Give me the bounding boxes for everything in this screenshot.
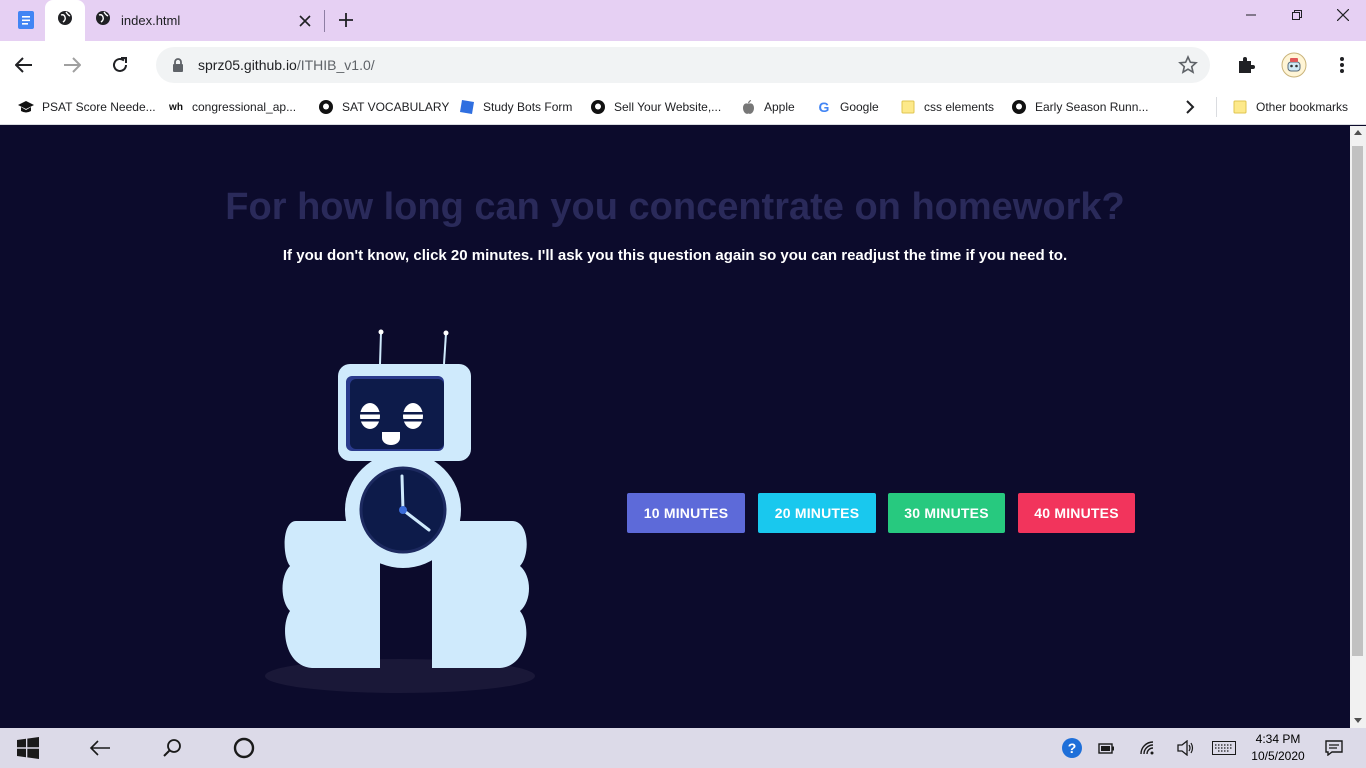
back-arrow-icon[interactable] xyxy=(88,736,112,760)
wh-icon: wh xyxy=(169,101,183,113)
bookmarks-divider xyxy=(1216,97,1217,117)
extensions-puzzle-icon[interactable] xyxy=(1232,51,1260,79)
lock-icon[interactable] xyxy=(170,57,186,73)
tab-title: index.html xyxy=(121,13,181,28)
keyboard-icon[interactable] xyxy=(1212,736,1236,760)
page-content: For how long can you concentrate on home… xyxy=(0,126,1350,728)
wifi-icon[interactable] xyxy=(1136,736,1160,760)
bookmark-study-bots-form[interactable]: Study Bots Form xyxy=(459,97,572,117)
notifications-icon[interactable] xyxy=(1322,736,1346,760)
windows-taskbar: ? 4:34 PM 10/5/2020 xyxy=(0,728,1366,768)
page-scrollbar[interactable] xyxy=(1350,126,1366,728)
tab-active[interactable] xyxy=(45,0,85,41)
page-subtitle: If you don't know, click 20 minutes. I'l… xyxy=(282,247,1068,264)
search-icon[interactable] xyxy=(160,736,184,760)
bookmark-psat[interactable]: PSAT Score Neede... xyxy=(18,97,156,117)
clock-time: 4:34 PM xyxy=(1255,732,1301,746)
bookmark-label: css elements xyxy=(924,100,995,114)
back-button[interactable] xyxy=(10,51,38,79)
google-icon: G xyxy=(818,99,830,115)
system-clock[interactable]: 4:34 PM 10/5/2020 xyxy=(1244,731,1312,765)
form-icon xyxy=(459,99,475,115)
bookmark-label: Early Season Runn... xyxy=(1035,100,1149,114)
url-text: sprz05.github.io/ITHIB_v1.0/ xyxy=(198,57,375,73)
profile-avatar[interactable] xyxy=(1280,51,1308,79)
bookmark-css-elements[interactable]: css elements xyxy=(900,97,994,117)
close-tab-icon[interactable] xyxy=(295,11,315,31)
tab-strip: index.html xyxy=(0,0,1366,41)
github-icon xyxy=(590,99,606,115)
help-icon[interactable]: ? xyxy=(1060,736,1084,760)
scroll-up-arrow-icon[interactable] xyxy=(1354,130,1362,135)
bookmark-label: Google xyxy=(840,100,879,114)
tab-separator xyxy=(324,10,325,32)
bookmark-label: PSAT Score Neede... xyxy=(42,100,156,114)
scroll-down-arrow-icon[interactable] xyxy=(1354,718,1362,723)
40-minutes-button[interactable]: 40 MINUTES xyxy=(1018,493,1135,533)
reload-button[interactable] xyxy=(106,51,134,79)
bookmark-google[interactable]: G Google xyxy=(816,97,879,117)
bookmark-congressional[interactable]: wh congressional_ap... xyxy=(168,97,296,117)
cap-icon xyxy=(18,99,34,115)
bookmark-label: Sell Your Website,... xyxy=(614,100,722,114)
close-window-button[interactable] xyxy=(1320,0,1366,30)
bookmark-sell-website[interactable]: Sell Your Website,... xyxy=(590,97,721,117)
cortana-circle-icon[interactable] xyxy=(232,736,256,760)
page-title: For how long can you concentrate on home… xyxy=(225,186,1125,228)
folder-icon xyxy=(1232,99,1248,115)
bookmark-label: congressional_ap... xyxy=(192,100,297,114)
bookmark-apple[interactable]: Apple xyxy=(740,97,795,117)
30-minutes-button[interactable]: 30 MINUTES xyxy=(888,493,1005,533)
svg-text:?: ? xyxy=(1068,740,1077,756)
bookmark-sat-vocab[interactable]: SAT VOCABULARY xyxy=(318,97,449,117)
windows-start-icon[interactable] xyxy=(16,736,40,760)
scrollbar-thumb[interactable] xyxy=(1352,146,1363,656)
github-icon xyxy=(318,99,334,115)
bookmarks-bar: PSAT Score Neede... wh congressional_ap.… xyxy=(0,89,1366,125)
bookmark-label: Study Bots Form xyxy=(483,100,573,114)
bookmark-label: Apple xyxy=(764,100,795,114)
restore-button[interactable] xyxy=(1274,0,1320,30)
apple-icon xyxy=(740,99,756,115)
minimize-button[interactable] xyxy=(1228,0,1274,30)
browser-toolbar: sprz05.github.io/ITHIB_v1.0/ xyxy=(0,41,1366,89)
tab-index-html[interactable]: index.html xyxy=(85,0,325,41)
clock-date: 10/5/2020 xyxy=(1251,749,1305,763)
robot-clock-illustration xyxy=(265,329,535,693)
folder-icon xyxy=(900,99,916,115)
globe-icon xyxy=(57,10,73,31)
other-bookmarks-label: Other bookmarks xyxy=(1256,100,1349,114)
bookmark-other-folder[interactable]: Other bookmarks xyxy=(1232,97,1348,117)
menu-kebab-icon[interactable] xyxy=(1328,51,1356,79)
url-host: sprz05.github.io xyxy=(198,57,297,73)
docs-tab-icon[interactable] xyxy=(12,8,40,32)
new-tab-button[interactable] xyxy=(334,8,358,32)
url-path: /ITHIB_v1.0/ xyxy=(296,57,375,73)
volume-icon[interactable] xyxy=(1174,736,1198,760)
bookmark-early-season[interactable]: Early Season Runn... xyxy=(1011,97,1148,117)
20-minutes-button[interactable]: 20 MINUTES xyxy=(758,493,876,533)
forward-button[interactable] xyxy=(58,51,86,79)
github-icon xyxy=(1011,99,1027,115)
bookmark-label: SAT VOCABULARY xyxy=(342,100,450,114)
10-minutes-button[interactable]: 10 MINUTES xyxy=(627,493,745,533)
chevron-right-icon[interactable] xyxy=(1180,97,1200,117)
bookmark-star-icon[interactable] xyxy=(1178,55,1198,75)
globe-icon xyxy=(95,10,111,31)
battery-icon[interactable] xyxy=(1094,736,1118,760)
address-bar[interactable]: sprz05.github.io/ITHIB_v1.0/ xyxy=(156,47,1210,83)
